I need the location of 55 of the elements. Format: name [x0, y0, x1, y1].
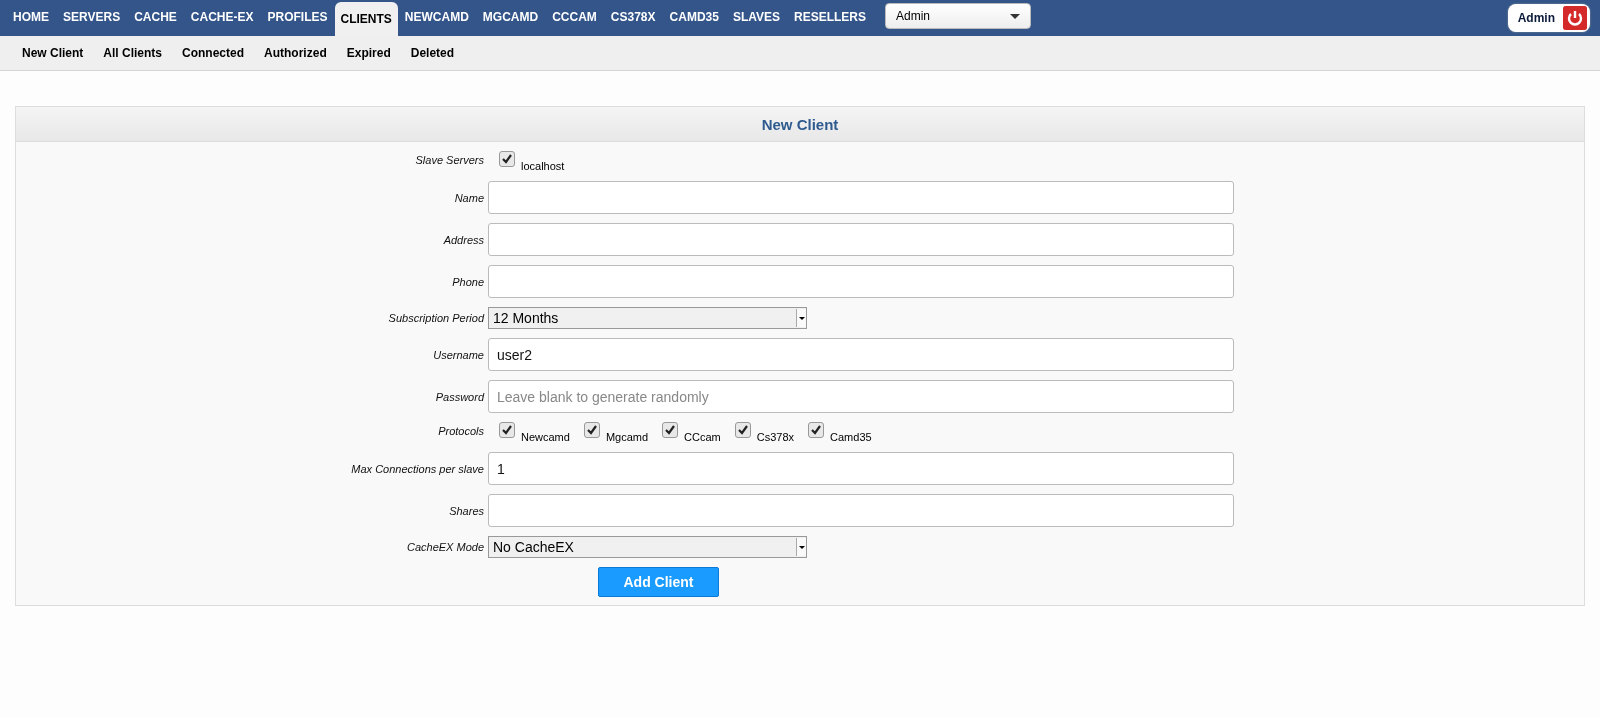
nav-tab[interactable]: CAMD35	[662, 3, 726, 35]
field-label: Phone	[451, 275, 484, 288]
dropdown[interactable]: 12 Months	[488, 307, 807, 329]
nav-tab[interactable]: MGCAMD	[475, 3, 546, 35]
subnav-link[interactable]: Deleted	[400, 46, 465, 60]
nav-tab[interactable]: PROFILES	[260, 3, 335, 35]
nav-tab[interactable]: HOME	[6, 3, 56, 35]
nav-tab[interactable]: CACHE-EX	[183, 3, 261, 35]
checkbox[interactable]	[734, 422, 751, 438]
checkbox-label: CCcam	[684, 432, 721, 443]
text-field[interactable]: 1	[488, 452, 1234, 485]
checkbox[interactable]	[583, 422, 600, 438]
checkbox[interactable]	[808, 422, 825, 438]
text-field[interactable]: Leave blank to generate randomly	[488, 380, 1234, 413]
subnav-link[interactable]: Connected	[172, 46, 255, 60]
checkbox-label: Cs378x	[756, 432, 795, 443]
text-field[interactable]	[488, 494, 1234, 527]
field-label: CacheEX Mode	[405, 541, 484, 553]
reseller-dropdown[interactable]: Admin	[885, 3, 1032, 29]
field-label: Max Connections per slave	[350, 462, 484, 475]
text-field[interactable]: user2	[488, 338, 1234, 371]
field-label: Shares	[448, 504, 484, 517]
field-label: Subscription Period	[387, 312, 484, 324]
nav-tab[interactable]: CS378X	[603, 3, 663, 35]
nav-tab[interactable]: CCCAM	[545, 3, 604, 35]
field-label: Name	[453, 191, 484, 204]
field-label: Username	[432, 348, 484, 361]
checkbox-label: Mgcamd	[605, 432, 649, 443]
checkbox[interactable]	[499, 422, 515, 438]
user-name: Admin	[1517, 11, 1555, 25]
checkbox[interactable]	[662, 422, 679, 438]
checkbox[interactable]	[499, 151, 515, 167]
field-label: Slave Servers	[414, 153, 484, 166]
power-icon[interactable]	[1563, 6, 1587, 30]
field-label: Protocols	[437, 424, 484, 437]
text-field[interactable]	[488, 223, 1234, 256]
subnav-link[interactable]: Expired	[336, 46, 401, 60]
nav-tab[interactable]: NEWCAMD	[397, 3, 476, 35]
dropdown[interactable]: No CacheEX	[488, 536, 807, 558]
nav-tab[interactable]: CLIENTS	[334, 2, 398, 36]
panel-title: New Client	[761, 115, 839, 133]
nav-tab[interactable]: SERVERS	[56, 3, 128, 35]
subnav-link[interactable]: Authorized	[254, 46, 337, 60]
field-label: Password	[434, 390, 484, 403]
subnav-link[interactable]: All Clients	[93, 46, 173, 60]
checkbox-label: Camd35	[830, 432, 872, 443]
text-field[interactable]	[488, 265, 1234, 298]
nav-tab[interactable]: SLAVES	[725, 3, 787, 35]
nav-tab[interactable]: CACHE	[127, 3, 184, 35]
checkbox-label: Newcamd	[521, 432, 570, 443]
nav-tab[interactable]: RESELLERS	[787, 3, 874, 35]
field-label: Address	[442, 233, 484, 246]
subnav-link[interactable]: New Client	[12, 46, 94, 60]
text-field[interactable]	[488, 181, 1234, 214]
checkbox-label: localhost	[521, 161, 565, 172]
